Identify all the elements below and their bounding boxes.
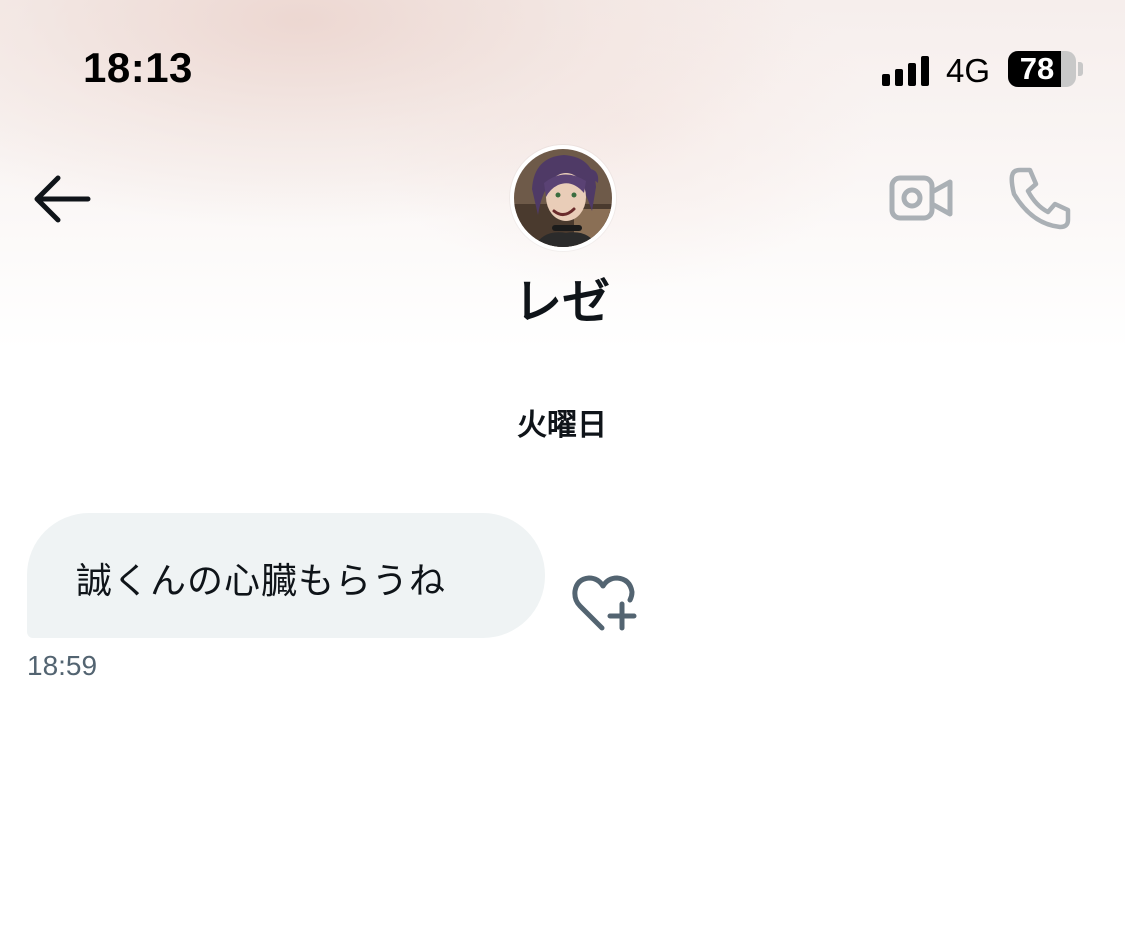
cellular-signal-icon — [882, 54, 934, 86]
avatar[interactable] — [510, 145, 616, 251]
status-time: 18:13 — [83, 44, 193, 91]
contact-name[interactable]: レゼ — [412, 262, 712, 332]
day-divider: 火曜日 — [517, 408, 607, 443]
dm-conversation-screen: 18:13 4G 78 レゼ 火曜日 誠くんの心臓もらうね 18:59 — [0, 0, 1125, 943]
avatar-image — [514, 149, 612, 247]
network-type: 4G — [946, 52, 991, 89]
voice-call-button[interactable] — [1006, 164, 1074, 232]
battery-cap — [1078, 62, 1083, 76]
add-reaction-button[interactable] — [572, 572, 640, 634]
heart-plus-icon — [572, 575, 637, 631]
battery-icon: 78 — [1008, 51, 1076, 87]
video-call-button[interactable] — [888, 170, 954, 226]
message-text: 誠くんの心臓もらうね — [76, 561, 447, 602]
phone-icon — [1009, 167, 1071, 230]
arrow-left-icon — [34, 175, 91, 223]
back-button[interactable] — [30, 172, 92, 226]
battery-level: 78 — [1019, 51, 1055, 86]
message-timestamp: 18:59 — [27, 650, 98, 681]
video-camera-icon — [889, 175, 953, 221]
